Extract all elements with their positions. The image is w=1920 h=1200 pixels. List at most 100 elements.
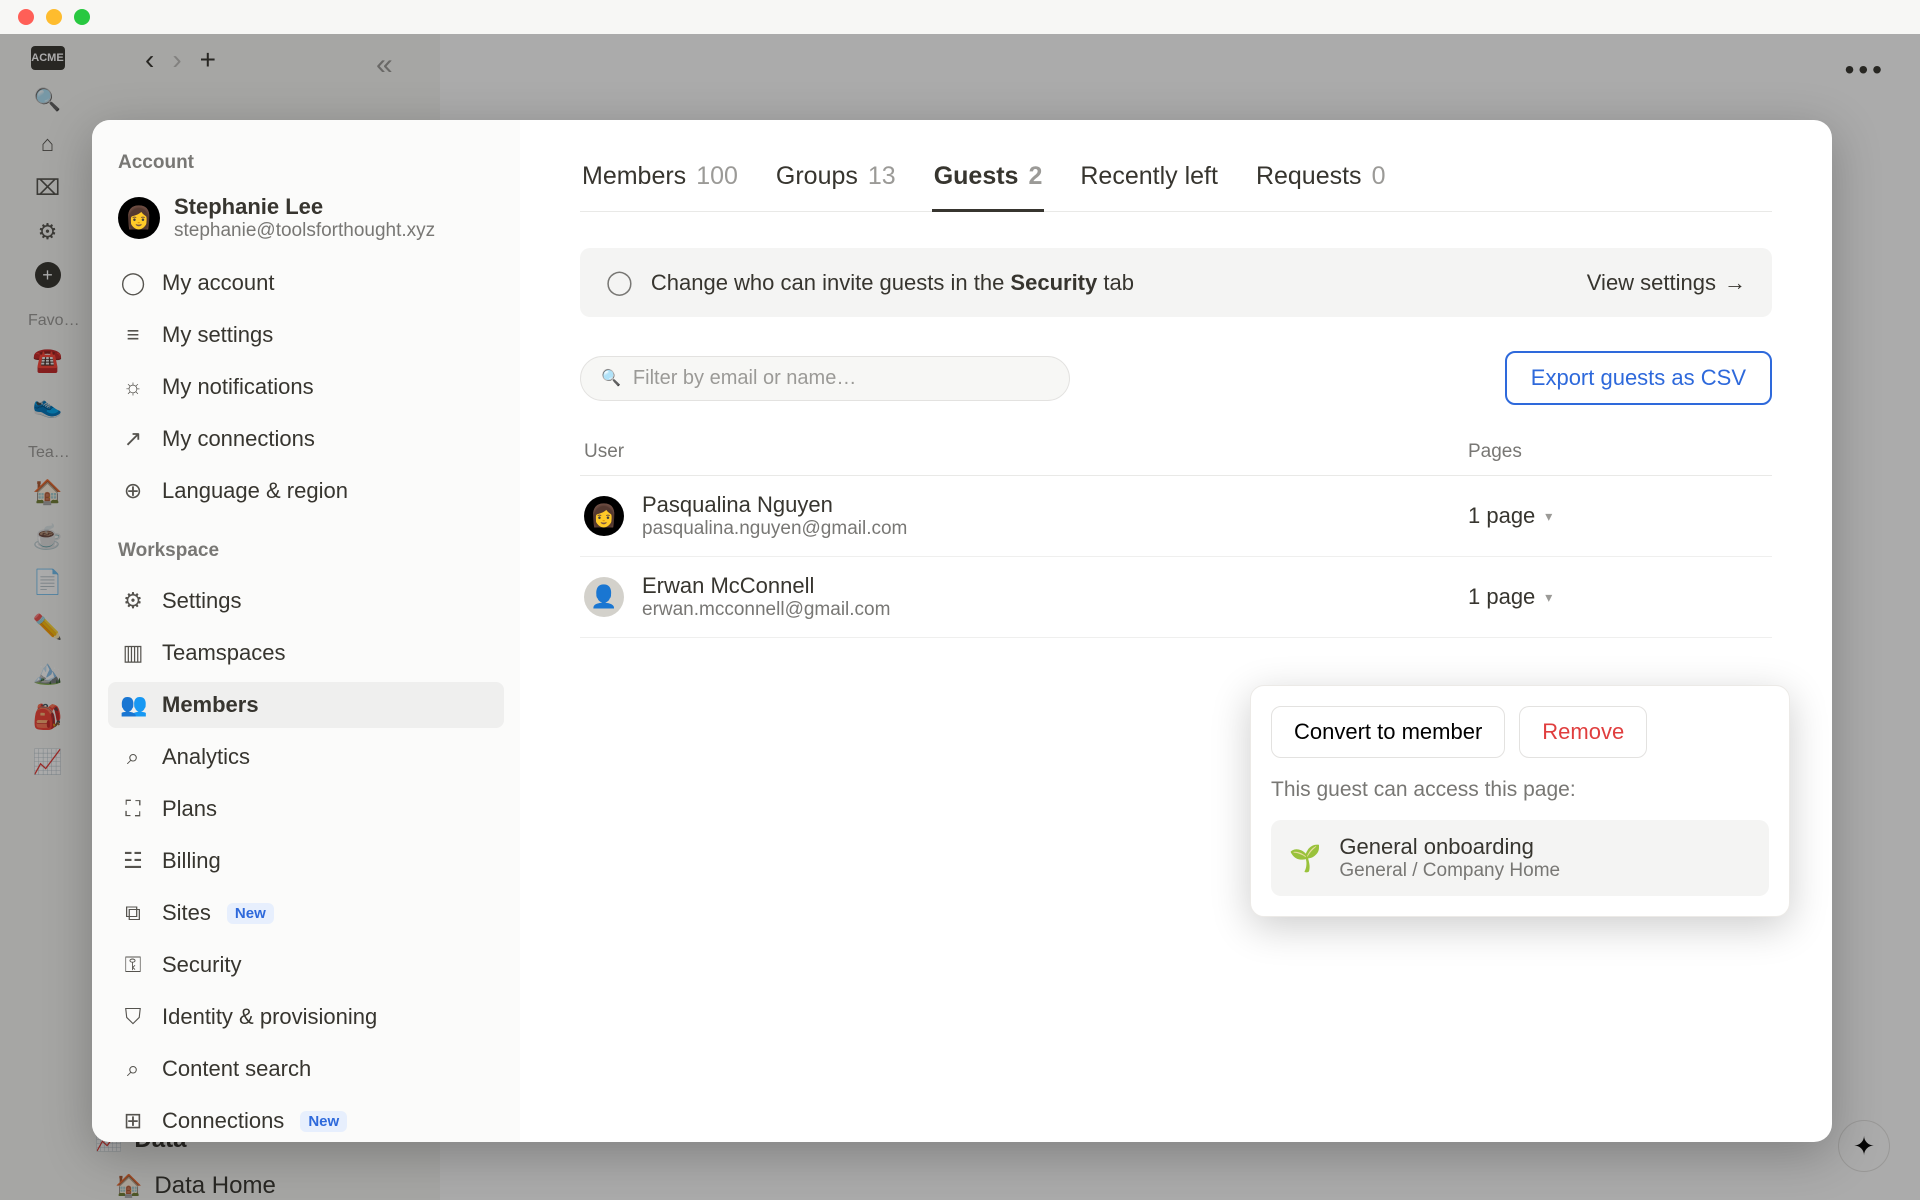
sidebar-item-connections[interactable]: ⊞ConnectionsNew [108, 1098, 504, 1142]
mac-titlebar [0, 0, 1920, 34]
settings-icon[interactable]: ⚙ [34, 218, 62, 246]
guest-name: Erwan McConnell [642, 573, 890, 599]
tab-groups[interactable]: Groups 13 [774, 162, 898, 211]
page-emoji-icon: 🌱 [1289, 843, 1321, 874]
team-item-0[interactable]: 🏠 [33, 478, 63, 507]
app-window: ACME 🔍 ⌂ ⌧ ⚙ + Favo… ☎️ 👟 Tea… 🏠 ☕️ 📄 ✏️… [0, 0, 1920, 1200]
sidebar-item-label: Sites [162, 900, 211, 926]
tab-count: 13 [868, 162, 896, 191]
workspace-logo[interactable]: ACME [31, 46, 65, 70]
zoom-dot[interactable] [74, 9, 90, 25]
guests-table-header: User Pages [580, 441, 1772, 476]
sidebar-item-sites[interactable]: ⧉SitesNew [108, 890, 504, 936]
accessible-page-item[interactable]: 🌱 General onboarding General / Company H… [1271, 820, 1769, 896]
team-item-2[interactable]: 📄 [33, 568, 63, 597]
shield-icon: ⛉ [120, 1004, 146, 1030]
minimize-dot[interactable] [46, 9, 62, 25]
settings-content: Members100 Groups 13 Guests2 Recently lef… [520, 120, 1832, 1142]
export-csv-button[interactable]: Export guests as CSV [1505, 351, 1772, 405]
globe-icon: ⊕ [120, 478, 146, 504]
remove-guest-button[interactable]: Remove [1519, 706, 1647, 758]
guests-toolbar: 🔍 Export guests as CSV [580, 351, 1772, 405]
sidebar-item-my-connections[interactable]: ↗My connections [108, 416, 504, 462]
sidebar-item-label: Content search [162, 1056, 311, 1082]
sidebar-item-label: Identity & provisioning [162, 1004, 377, 1030]
sidebar-item-label: My account [162, 270, 275, 296]
sidebar-item-my-account[interactable]: ◯ My account [108, 260, 504, 306]
guest-row: 👤 Erwan McConnell erwan.mcconnell@gmail.… [580, 557, 1772, 638]
nav-plus-icon[interactable]: + [200, 44, 216, 76]
chart-icon: ⌕ [120, 744, 146, 770]
new-page-button[interactable]: + [35, 262, 61, 288]
team-item-6[interactable]: 📈 [33, 748, 63, 777]
tab-recently-left[interactable]: Recently left [1078, 162, 1220, 211]
collapse-sidebar-icon[interactable]: « [376, 48, 393, 82]
bell-icon: ☼ [120, 374, 146, 400]
team-item-4[interactable]: 🏔️ [33, 658, 63, 687]
guest-pages-dropdown[interactable]: 1 page ▾ [1468, 584, 1768, 610]
user-avatar-icon: 👩 [118, 197, 160, 239]
nav-forward-icon[interactable]: › [172, 44, 181, 76]
sidebar-item-label: Security [162, 952, 241, 978]
team-item-1[interactable]: ☕️ [33, 523, 63, 552]
tab-label: Groups [776, 162, 858, 191]
tab-guests[interactable]: Guests2 [932, 162, 1045, 212]
sidebar-item-label: Connections [162, 1108, 284, 1134]
arrow-right-icon: → [1724, 270, 1746, 296]
section-account-label: Account [108, 146, 504, 184]
sidebar-item-my-settings[interactable]: ≡My settings [108, 312, 504, 358]
banner-text: Change who can invite guests in the Secu… [651, 270, 1569, 296]
sidebar-item-members[interactable]: 👥Members [108, 682, 504, 728]
guest-email: erwan.mcconnell@gmail.com [642, 599, 890, 621]
ai-assist-button[interactable]: ✦ [1838, 1120, 1890, 1172]
sidebar-item-analytics[interactable]: ⌕Analytics [108, 734, 504, 780]
teamspaces-label: Tea… [0, 444, 70, 462]
sidebar-item-plans[interactable]: ⛶Plans [108, 786, 504, 832]
filter-search[interactable]: 🔍 [580, 356, 1070, 401]
settings-modal: Account 👩 Stephanie Lee stephanie@toolsf… [92, 120, 1832, 1142]
nav-back-icon[interactable]: ‹ [145, 44, 154, 76]
sidebar-item-identity[interactable]: ⛉ Identity & provisioning [108, 994, 504, 1040]
guest-name: Pasqualina Nguyen [642, 492, 907, 518]
sidebar-item-my-notifications[interactable]: ☼My notifications [108, 364, 504, 410]
pages-count: 1 page [1468, 584, 1535, 610]
profile-name: Stephanie Lee [174, 194, 435, 220]
more-menu-icon[interactable]: ••• [1845, 54, 1886, 86]
view-settings-link[interactable]: View settings → [1587, 270, 1746, 296]
tab-count: 0 [1372, 162, 1386, 191]
person-circle-icon: ◯ [120, 270, 146, 296]
fav-item-1[interactable]: 👟 [33, 391, 63, 420]
sidebar-item-language-region[interactable]: ⊕ Language & region [108, 468, 504, 514]
guest-email: pasqualina.nguyen@gmail.com [642, 518, 907, 540]
sidebar-item-security[interactable]: ⚿ Security [108, 942, 504, 988]
sidebar-item-label: Language & region [162, 478, 348, 504]
bg-icon-rail: ACME 🔍 ⌂ ⌧ ⚙ + Favo… ☎️ 👟 Tea… 🏠 ☕️ 📄 ✏️… [0, 34, 95, 1200]
sidebar-item-label: Teamspaces [162, 640, 286, 666]
team-item-3[interactable]: ✏️ [33, 613, 63, 642]
sidebar-item-billing[interactable]: ☳Billing [108, 838, 504, 884]
browser-icon: ⧉ [120, 900, 146, 926]
sidebar-item-teamspaces[interactable]: ▥Teamspaces [108, 630, 504, 676]
bg-page-label-1[interactable]: Data Home [152, 1172, 275, 1200]
fav-item-0[interactable]: ☎️ [33, 346, 63, 375]
member-tabs: Members100 Groups 13 Guests2 Recently lef… [580, 162, 1772, 212]
popover-note: This guest can access this page: [1271, 778, 1769, 802]
tab-requests[interactable]: Requests0 [1254, 162, 1388, 211]
guest-pages-dropdown[interactable]: 1 page ▾ [1468, 503, 1768, 529]
team-item-5[interactable]: 🎒 [33, 703, 63, 732]
tab-label: Members [582, 162, 686, 191]
inbox-icon[interactable]: ⌧ [34, 174, 62, 202]
map-icon: ⛶ [120, 796, 146, 822]
close-dot[interactable] [18, 9, 34, 25]
sidebar-item-content-search[interactable]: ⌕Content search [108, 1046, 504, 1092]
sidebar-item-settings[interactable]: ⚙Settings [108, 578, 504, 624]
convert-to-member-button[interactable]: Convert to member [1271, 706, 1505, 758]
filter-input[interactable] [633, 367, 1049, 390]
home-icon[interactable]: ⌂ [34, 130, 62, 158]
guest-row: 👩 Pasqualina Nguyen pasqualina.nguyen@gm… [580, 476, 1772, 557]
guest-access-popover: Convert to member Remove This guest can … [1250, 685, 1790, 917]
profile-block[interactable]: 👩 Stephanie Lee stephanie@toolsforthough… [108, 190, 504, 254]
tab-members[interactable]: Members100 [580, 162, 740, 211]
search-icon[interactable]: 🔍 [34, 86, 62, 114]
key-icon: ⚿ [120, 952, 146, 978]
